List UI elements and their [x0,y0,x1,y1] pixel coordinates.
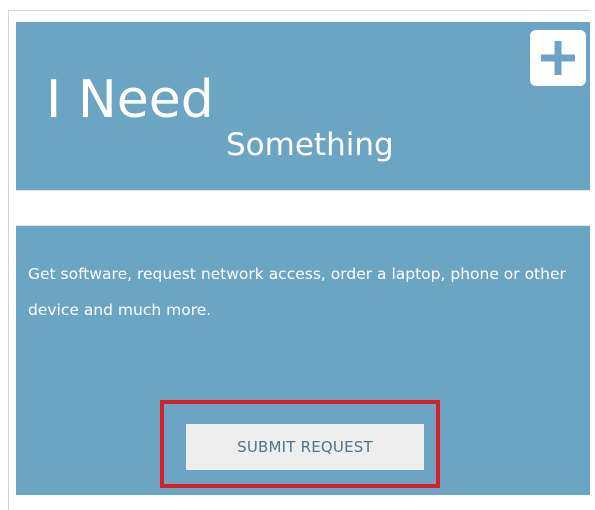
separator-band [16,190,590,226]
submit-request-button[interactable]: SUBMIT REQUEST [186,424,424,470]
add-button[interactable] [530,30,586,86]
plus-icon [541,41,575,75]
tile-subtitle: Something [226,127,394,163]
tile-title: I Need [46,70,214,130]
tile-description: Get software, request network access, or… [28,265,566,319]
